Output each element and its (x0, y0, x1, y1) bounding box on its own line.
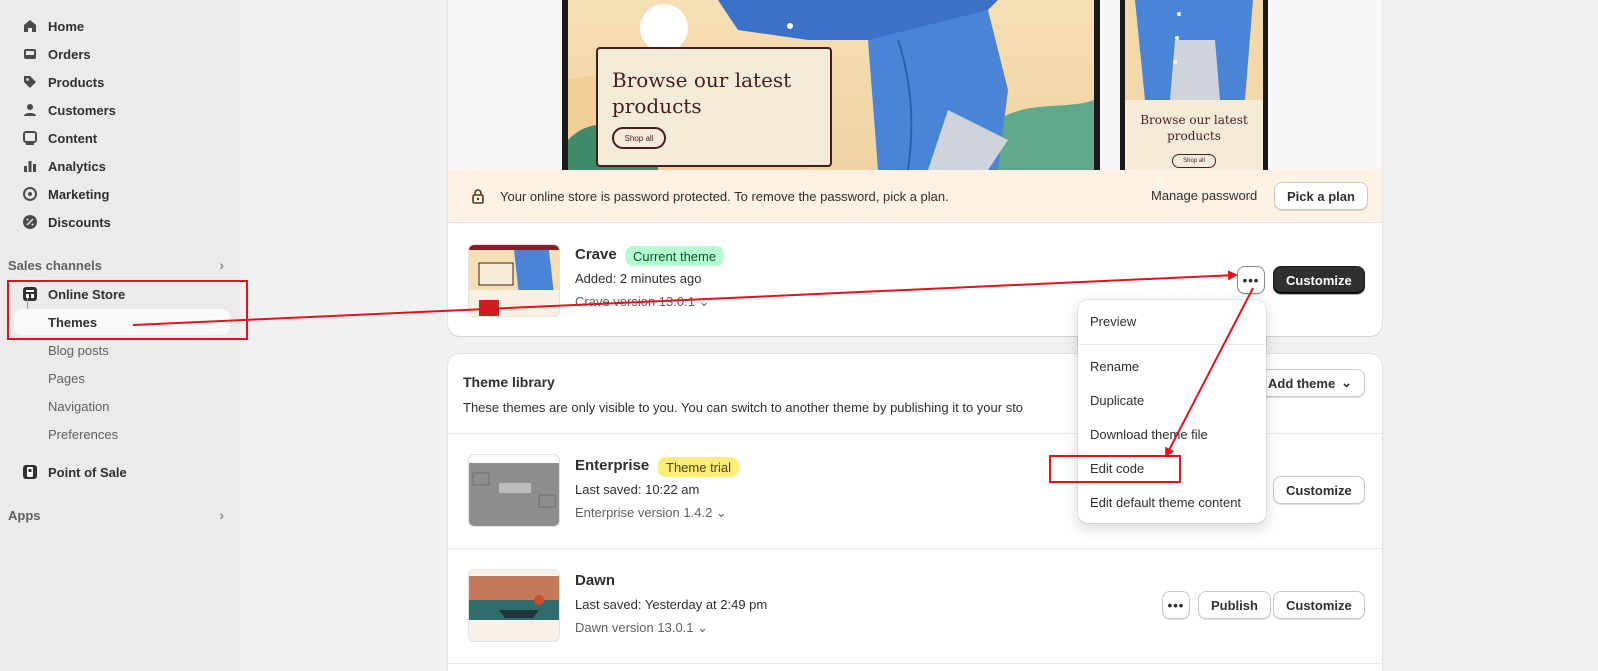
current-theme-name: Crave (575, 246, 617, 263)
current-theme-more-button[interactable]: ••• (1237, 266, 1265, 294)
dawn-theme-name: Dawn (575, 572, 616, 589)
nav-home[interactable]: Home (14, 13, 230, 39)
dawn-version[interactable]: Dawn version 13.0.1 ⌄ (575, 620, 708, 636)
current-theme-added: Added: 2 minutes ago (575, 271, 702, 286)
pos-icon (22, 464, 38, 480)
nav-discounts[interactable]: Discounts (14, 209, 230, 235)
banner-text: Your online store is password protected.… (500, 188, 949, 204)
nav-analytics[interactable]: Analytics (14, 153, 230, 179)
discount-icon (22, 214, 38, 230)
apps-heading[interactable]: Apps › (8, 502, 230, 528)
theme-trial-badge: Theme trial (658, 457, 740, 477)
chart-bar-icon (22, 158, 38, 174)
more-horizontal-icon: ••• (1242, 272, 1260, 288)
enterprise-version[interactable]: Enterprise version 1.4.2 ⌄ (575, 505, 727, 521)
chevron-down-icon: ⌄ (715, 505, 727, 520)
nav-content[interactable]: Content (14, 125, 230, 151)
enterprise-theme-name: Enterprise (575, 457, 650, 474)
nav-orders[interactable]: Orders (14, 41, 230, 67)
tag-icon (22, 74, 38, 90)
theme-library-title: Theme library (463, 374, 555, 390)
chevron-down-icon: ⌄ (1341, 375, 1353, 390)
menu-edit-default-theme-content[interactable]: Edit default theme content (1090, 495, 1241, 510)
nav-pages[interactable]: Pages (48, 365, 85, 391)
person-icon (22, 102, 38, 118)
lock-icon (472, 189, 484, 204)
phone-preview: Browse our latest products Shop all (1120, 0, 1268, 170)
theme-library-description: These themes are only visible to you. Yo… (463, 400, 1024, 415)
password-banner: Your online store is password protected.… (448, 170, 1382, 223)
inbox-icon (22, 46, 38, 62)
menu-duplicate[interactable]: Duplicate (1090, 393, 1144, 408)
sales-channels-heading[interactable]: Sales channels › (8, 252, 230, 278)
chevron-right-icon: › (219, 507, 224, 523)
shop-all-button: Shop all (612, 127, 666, 149)
nav-marketing[interactable]: Marketing (14, 181, 230, 207)
menu-rename[interactable]: Rename (1090, 359, 1139, 374)
current-theme-version[interactable]: Crave version 13.0.1 ⌄ (575, 294, 709, 310)
pick-plan-button[interactable]: Pick a plan (1274, 182, 1368, 210)
highlight-online-store (7, 280, 248, 340)
chevron-right-icon: › (219, 257, 224, 273)
enterprise-thumbnail (468, 454, 560, 527)
dawn-thumbnail (468, 569, 560, 642)
current-theme-badge: Current theme (625, 246, 725, 266)
target-icon (22, 186, 38, 202)
dawn-customize-button[interactable]: Customize (1273, 591, 1365, 619)
enterprise-last-saved: Last saved: 10:22 am (575, 482, 700, 497)
nav-customers[interactable]: Customers (14, 97, 230, 123)
theme-actions-menu: Preview Rename Duplicate Download theme … (1078, 300, 1266, 523)
chevron-down-icon: ⌄ (698, 294, 710, 309)
enterprise-customize-button[interactable]: Customize (1273, 476, 1365, 504)
home-icon (22, 18, 38, 34)
image-icon (22, 130, 38, 146)
promo-card: Browse our latest products Shop all (596, 47, 832, 167)
nav-point-of-sale[interactable]: Point of Sale (14, 459, 230, 485)
current-theme-customize-button[interactable]: Customize (1273, 266, 1365, 294)
crave-thumbnail (468, 244, 560, 317)
tablet-preview: Browse our latest products Shop all (562, 0, 1100, 170)
highlight-edit-code (1049, 455, 1181, 483)
add-theme-button[interactable]: Add theme ⌄ (1255, 369, 1366, 397)
menu-preview[interactable]: Preview (1090, 314, 1136, 329)
dawn-more-button[interactable]: ••• (1162, 591, 1190, 619)
nav-preferences[interactable]: Preferences (48, 421, 118, 447)
dawn-publish-button[interactable]: Publish (1198, 591, 1271, 619)
chevron-down-icon: ⌄ (697, 620, 709, 635)
nav-products[interactable]: Products (14, 69, 230, 95)
menu-download-theme-file[interactable]: Download theme file (1090, 427, 1208, 442)
nav-navigation[interactable]: Navigation (48, 393, 109, 419)
manage-password-link[interactable]: Manage password (1151, 188, 1257, 203)
more-horizontal-icon: ••• (1167, 597, 1185, 613)
nav-blog-posts[interactable]: Blog posts (48, 337, 109, 363)
dawn-last-saved: Last saved: Yesterday at 2:49 pm (575, 597, 768, 612)
